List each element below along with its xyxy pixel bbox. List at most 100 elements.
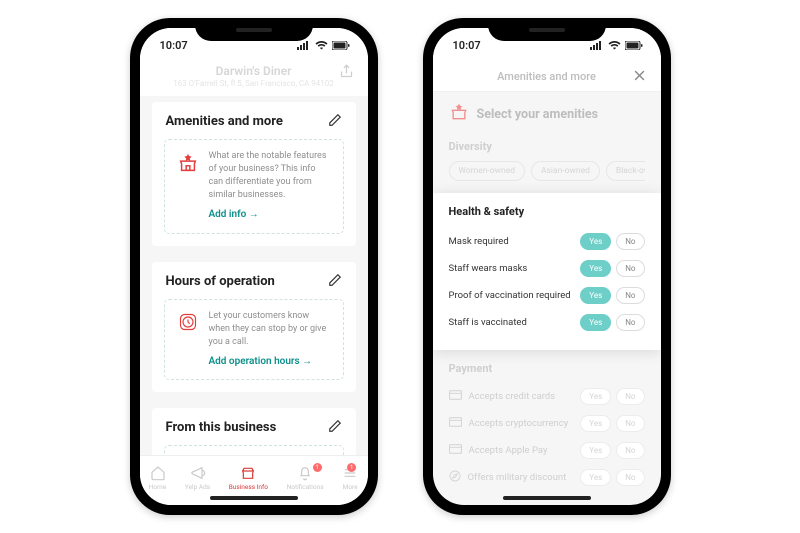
- compass-icon: [449, 470, 461, 485]
- toggle-yes[interactable]: Yes: [580, 442, 611, 459]
- tab-label: More: [343, 483, 358, 491]
- toggle-no[interactable]: No: [616, 260, 644, 277]
- row-label: Staff is vaccinated: [449, 317, 527, 328]
- row-crypto: Accepts cryptocurrency Yes No: [449, 410, 645, 437]
- home-indicator: [503, 496, 591, 500]
- edit-icon[interactable]: [328, 112, 342, 131]
- modal-header: Amenities and more: [433, 62, 661, 92]
- group-diversity: Diversity: [449, 140, 645, 153]
- group-health-safety: Health & safety: [449, 205, 645, 218]
- section-hours: Hours of operation Let your customers kn…: [152, 262, 356, 393]
- tab-ads[interactable]: Yelp Ads: [185, 465, 210, 491]
- scroll-area[interactable]: Select your amenities Diversity Women-ow…: [433, 92, 661, 505]
- tab-business-info[interactable]: Business Info: [229, 465, 268, 491]
- add-info-link[interactable]: Add info →: [209, 208, 259, 223]
- tab-label: Home: [149, 483, 167, 491]
- page-title-row: Select your amenities: [449, 102, 645, 126]
- home-indicator: [210, 496, 298, 500]
- row-label: Staff wears masks: [449, 263, 528, 274]
- business-address: 163 O'Farrell St, fl 5, San Francisco, C…: [154, 79, 354, 88]
- section-title-amenities: Amenities and more: [166, 114, 283, 129]
- tab-label: Notifications: [287, 483, 324, 491]
- chip-black-owned[interactable]: Black-own: [606, 161, 645, 181]
- row-mask-required: Mask required Yes No: [449, 228, 645, 255]
- status-icons: [590, 41, 643, 50]
- tab-more[interactable]: More 1: [342, 465, 358, 491]
- toggle-no[interactable]: No: [616, 233, 644, 250]
- notification-badge: 1: [313, 463, 322, 472]
- edit-icon[interactable]: [328, 272, 342, 291]
- row-label: Accepts cryptocurrency: [469, 418, 569, 429]
- status-icons: [297, 41, 350, 50]
- hours-desc: Let your customers know when they can st…: [209, 311, 327, 347]
- modal-title: Amenities and more: [497, 70, 596, 83]
- row-military-discount: Offers military discount Yes No: [449, 464, 645, 491]
- wifi-icon: [608, 41, 621, 50]
- diversity-chips: Women-owned Asian-owned Black-own: [449, 161, 645, 181]
- phone-frame-right: 10:07 Amenities and more Select your ame…: [423, 18, 671, 515]
- row-label: Offers military discount: [468, 472, 567, 483]
- chip-asian-owned[interactable]: Asian-owned: [531, 161, 600, 181]
- signal-icon: [297, 41, 311, 50]
- toggle-no[interactable]: No: [616, 287, 644, 304]
- clock: 10:07: [453, 39, 481, 52]
- notch: [488, 18, 606, 41]
- page-header: Darwin's Diner 163 O'Farrell St, fl 5, S…: [140, 62, 368, 96]
- card-icon: [449, 417, 462, 430]
- group-payment: Payment: [449, 362, 645, 375]
- section-amenities: Amenities and more What are the notable …: [152, 102, 356, 246]
- row-proof-vaccination: Proof of vaccination required Yes No: [449, 282, 645, 309]
- notch: [195, 18, 313, 41]
- battery-icon: [332, 41, 350, 50]
- edit-icon[interactable]: [328, 418, 342, 437]
- scroll-area[interactable]: Amenities and more What are the notable …: [140, 96, 368, 455]
- storefront-icon: [449, 102, 469, 126]
- more-badge: 1: [347, 463, 356, 472]
- section-title-from: From this business: [166, 420, 277, 435]
- health-safety-card: Health & safety Mask required Yes No Sta…: [433, 193, 661, 350]
- from-business-card: What do you do exceptionally well? Let c…: [164, 445, 344, 455]
- phone-frame-left: 10:07 Darwin's Diner 163 O'Farrell St, f…: [130, 18, 378, 515]
- toggle-yes[interactable]: Yes: [580, 469, 611, 486]
- row-staff-vaccinated: Staff is vaccinated Yes No: [449, 309, 645, 336]
- amenities-desc: What are the notable features of your bu…: [209, 151, 327, 200]
- toggle-no[interactable]: No: [616, 415, 644, 432]
- card-icon: [449, 444, 462, 457]
- row-credit-cards: Accepts credit cards Yes No: [449, 383, 645, 410]
- toggle-yes[interactable]: Yes: [580, 388, 611, 405]
- clock-icon: [177, 310, 199, 370]
- toggle-no[interactable]: No: [616, 388, 644, 405]
- section-title-hours: Hours of operation: [166, 274, 275, 289]
- row-label: Accepts credit cards: [469, 391, 556, 402]
- share-icon[interactable]: [339, 64, 354, 83]
- tab-label: Yelp Ads: [185, 483, 210, 491]
- toggle-yes[interactable]: Yes: [580, 260, 611, 277]
- tab-home[interactable]: Home: [149, 465, 167, 491]
- chip-women-owned[interactable]: Women-owned: [449, 161, 526, 181]
- toggle-yes[interactable]: Yes: [580, 415, 611, 432]
- amenities-card: What are the notable features of your bu…: [164, 139, 344, 234]
- close-icon[interactable]: [632, 68, 647, 87]
- clock: 10:07: [160, 39, 188, 52]
- card-icon: [449, 390, 462, 403]
- row-apple-pay: Accepts Apple Pay Yes No: [449, 437, 645, 464]
- wifi-icon: [315, 41, 328, 50]
- battery-icon: [625, 41, 643, 50]
- hours-card: Let your customers know when they can st…: [164, 299, 344, 381]
- toggle-yes[interactable]: Yes: [580, 233, 611, 250]
- toggle-no[interactable]: No: [616, 469, 644, 486]
- tab-notifications[interactable]: Notifications 1: [287, 465, 324, 491]
- storefront-icon: [177, 150, 199, 223]
- toggle-yes[interactable]: Yes: [580, 314, 611, 331]
- section-from-business: From this business What do you do except…: [152, 408, 356, 455]
- toggle-no[interactable]: No: [616, 314, 644, 331]
- add-hours-link[interactable]: Add operation hours →: [209, 355, 313, 370]
- row-label: Accepts Apple Pay: [469, 445, 548, 456]
- screen-right: 10:07 Amenities and more Select your ame…: [433, 28, 661, 505]
- toggle-yes[interactable]: Yes: [580, 287, 611, 304]
- row-label: Proof of vaccination required: [449, 290, 571, 301]
- page-title: Select your amenities: [477, 107, 599, 122]
- signal-icon: [590, 41, 604, 50]
- toggle-no[interactable]: No: [616, 442, 644, 459]
- business-name: Darwin's Diner: [154, 64, 354, 78]
